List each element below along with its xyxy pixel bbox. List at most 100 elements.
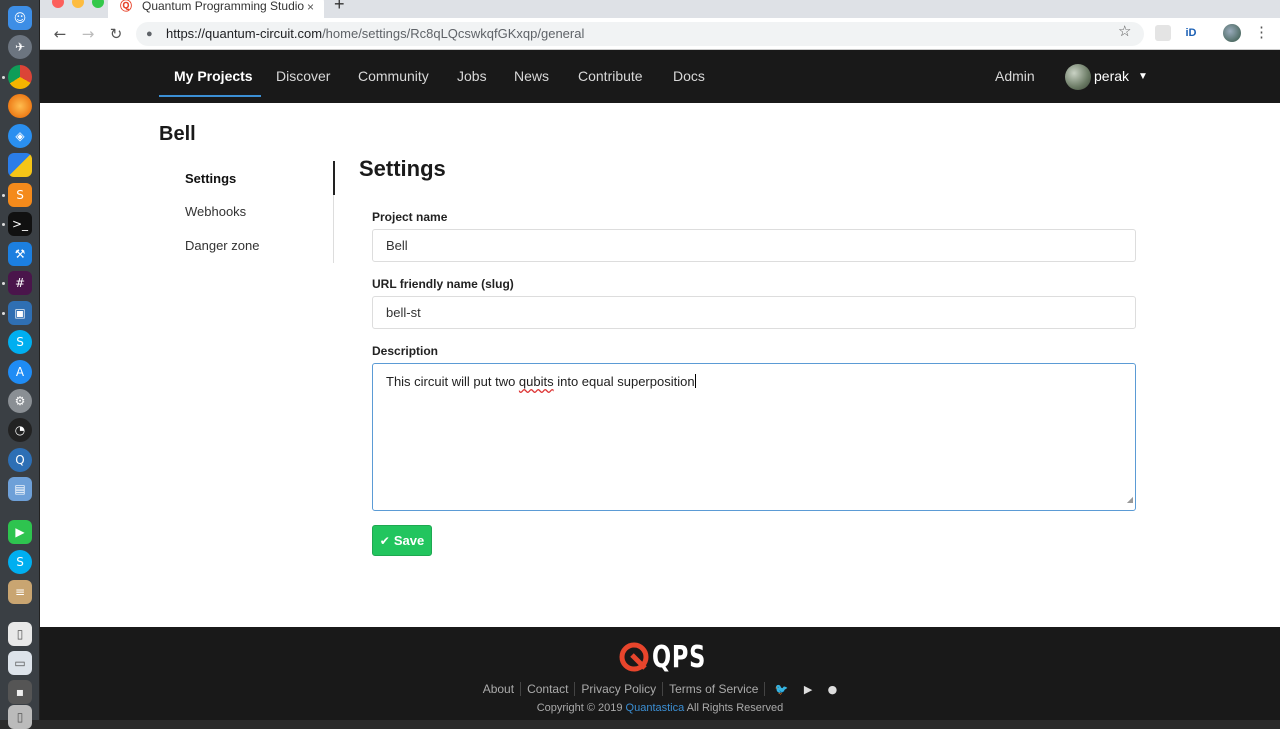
skype-alt-icon[interactable]: S [8, 550, 32, 574]
forward-button[interactable]: → [78, 24, 98, 44]
quantastica-link[interactable]: Quantastica [626, 702, 685, 714]
settings-heading: Settings [359, 156, 446, 181]
running-indicator [2, 282, 5, 285]
sidebar-item-danger-zone[interactable]: Danger zone [185, 238, 259, 253]
tab-title: Quantum Programming Studio [142, 0, 305, 13]
close-window-button[interactable] [52, 0, 64, 8]
qps-logo[interactable]: QPS [618, 639, 724, 675]
github-icon[interactable]: ● [828, 683, 838, 696]
footer-links: About Contact Privacy Policy Terms of Servi… [40, 682, 1280, 696]
terminal-icon[interactable]: >_ [8, 212, 32, 236]
logo-text: QPS [652, 639, 707, 675]
new-tab-button[interactable]: + [334, 0, 345, 15]
macos-dock: ☺ ✈ ◈ S >_ ⚒ # ▣ S A ⚙ ◔ Q ▤ ▶ S ≡ ▯ ▭ ▪… [0, 0, 40, 729]
virtualbox-icon[interactable]: ▣ [8, 301, 32, 325]
qps-logo-icon [619, 642, 649, 672]
skype-icon[interactable]: S [8, 330, 32, 354]
browser-menu-icon[interactable]: ⋮ [1254, 23, 1269, 41]
documents-icon[interactable]: ▯ [8, 622, 32, 646]
finder-icon[interactable]: ☺ [8, 6, 32, 30]
nav-jobs[interactable]: Jobs [457, 50, 487, 103]
twitter-icon[interactable]: 🐦 [775, 683, 789, 696]
trash-icon[interactable]: ▯ [8, 705, 32, 729]
footer-link-terms[interactable]: Terms of Service [663, 682, 766, 696]
nav-docs[interactable]: Docs [673, 50, 705, 103]
qps-favicon-icon: Ⓠ [120, 0, 133, 13]
url-host: https://quantum-circuit.com [166, 26, 323, 41]
copyright-text: Copyright © 2019 [536, 702, 626, 714]
site-footer: QPS About Contact Privacy Policy Terms of S… [40, 627, 1280, 720]
sidebar-item-settings[interactable]: Settings [185, 171, 236, 186]
safari-icon[interactable]: ◈ [8, 124, 32, 148]
footer-link-about[interactable]: About [476, 682, 522, 696]
profile-avatar[interactable] [1223, 24, 1241, 42]
slug-label: URL friendly name (slug) [372, 277, 514, 291]
nav-news[interactable]: News [514, 50, 549, 103]
page-content: My Projects Discover Community Jobs News… [40, 50, 1280, 720]
running-indicator [2, 76, 5, 79]
facetime-icon[interactable]: ▶ [8, 520, 32, 544]
resize-handle-icon[interactable]: ◢ [1127, 492, 1133, 508]
system-preferences-icon[interactable]: ⚙ [8, 389, 32, 413]
browser-window: Ⓠ Quantum Programming Studio × + ← → ↻ ●… [40, 0, 1280, 720]
misspelled-word: qubits [518, 374, 554, 389]
nav-community[interactable]: Community [358, 50, 429, 103]
nav-discover[interactable]: Discover [276, 50, 330, 103]
project-name-label: Project name [372, 210, 448, 224]
user-avatar[interactable] [1065, 64, 1091, 90]
user-menu-name[interactable]: perak [1094, 50, 1129, 103]
url-path: /home/settings/Rc8qLQcswkqfGKxqp/general [322, 26, 585, 41]
running-indicator [2, 194, 5, 197]
project-name-input[interactable]: Bell [372, 229, 1136, 262]
slug-input[interactable]: bell-st [372, 296, 1136, 329]
copyright-suffix: All Rights Reserved [684, 702, 784, 714]
nav-admin[interactable]: Admin [995, 50, 1035, 103]
description-textarea[interactable]: This circuit will put two qubits into eq… [372, 363, 1136, 511]
id-extension-icon[interactable]: iD [1183, 25, 1199, 41]
reload-button[interactable]: ↻ [106, 24, 126, 44]
sublime-icon[interactable]: S [8, 183, 32, 207]
app-store-icon[interactable]: A [8, 360, 32, 384]
save-label: Save [393, 533, 425, 548]
quicktime-icon[interactable]: Q [8, 448, 32, 472]
project-title: Bell [159, 123, 196, 145]
youtube-icon[interactable]: ▶ [804, 683, 812, 696]
copyright: Copyright © 2019 Quantastica All Rights … [40, 702, 1280, 714]
save-button[interactable]: ✔ Save [372, 525, 432, 556]
description-text-end: into equal superposition [553, 374, 695, 389]
zoom-window-button[interactable] [92, 0, 104, 8]
bookmark-star-icon[interactable]: ☆ [1118, 22, 1131, 40]
launchpad-icon[interactable]: ✈ [8, 35, 32, 59]
settings-sidebar: Settings Webhooks Danger zone [159, 161, 334, 263]
preview-icon[interactable]: ▤ [8, 477, 32, 501]
description-text: This circuit will put two [386, 374, 519, 389]
nav-contribute[interactable]: Contribute [578, 50, 643, 103]
url-bar[interactable]: ● https://quantum-circuit.com/home/setti… [136, 22, 1144, 46]
sidebar-item-webhooks[interactable]: Webhooks [185, 204, 246, 219]
extension-icon[interactable] [1155, 25, 1171, 41]
footer-link-contact[interactable]: Contact [521, 682, 576, 696]
tab-close-icon[interactable]: × [307, 0, 314, 14]
top-navigation: My Projects Discover Community Jobs News… [40, 50, 1280, 103]
app-icon[interactable] [8, 153, 32, 177]
chevron-down-icon[interactable]: ▼ [1138, 50, 1148, 103]
slack-icon[interactable]: # [8, 271, 32, 295]
tab-bar: Ⓠ Quantum Programming Studio × + [40, 0, 1280, 18]
chrome-icon[interactable] [8, 65, 32, 89]
footer-link-privacy[interactable]: Privacy Policy [575, 682, 664, 696]
description-label: Description [372, 344, 439, 358]
notes-icon[interactable]: ≡ [8, 580, 32, 604]
browser-tab[interactable]: Ⓠ Quantum Programming Studio × [108, 0, 324, 18]
active-nav-indicator [159, 95, 261, 97]
activity-monitor-icon[interactable]: ◔ [8, 418, 32, 442]
text-cursor [694, 374, 696, 388]
firefox-icon[interactable] [8, 94, 32, 118]
sidebar-active-indicator [333, 161, 335, 195]
downloads-icon[interactable]: ▭ [8, 651, 32, 675]
running-indicator [2, 223, 5, 226]
minimize-window-button[interactable] [72, 0, 84, 8]
screenshot-icon[interactable]: ▪ [8, 680, 32, 704]
check-icon: ✔ [379, 533, 390, 548]
xcode-icon[interactable]: ⚒ [8, 242, 32, 266]
back-button[interactable]: ← [50, 24, 70, 44]
